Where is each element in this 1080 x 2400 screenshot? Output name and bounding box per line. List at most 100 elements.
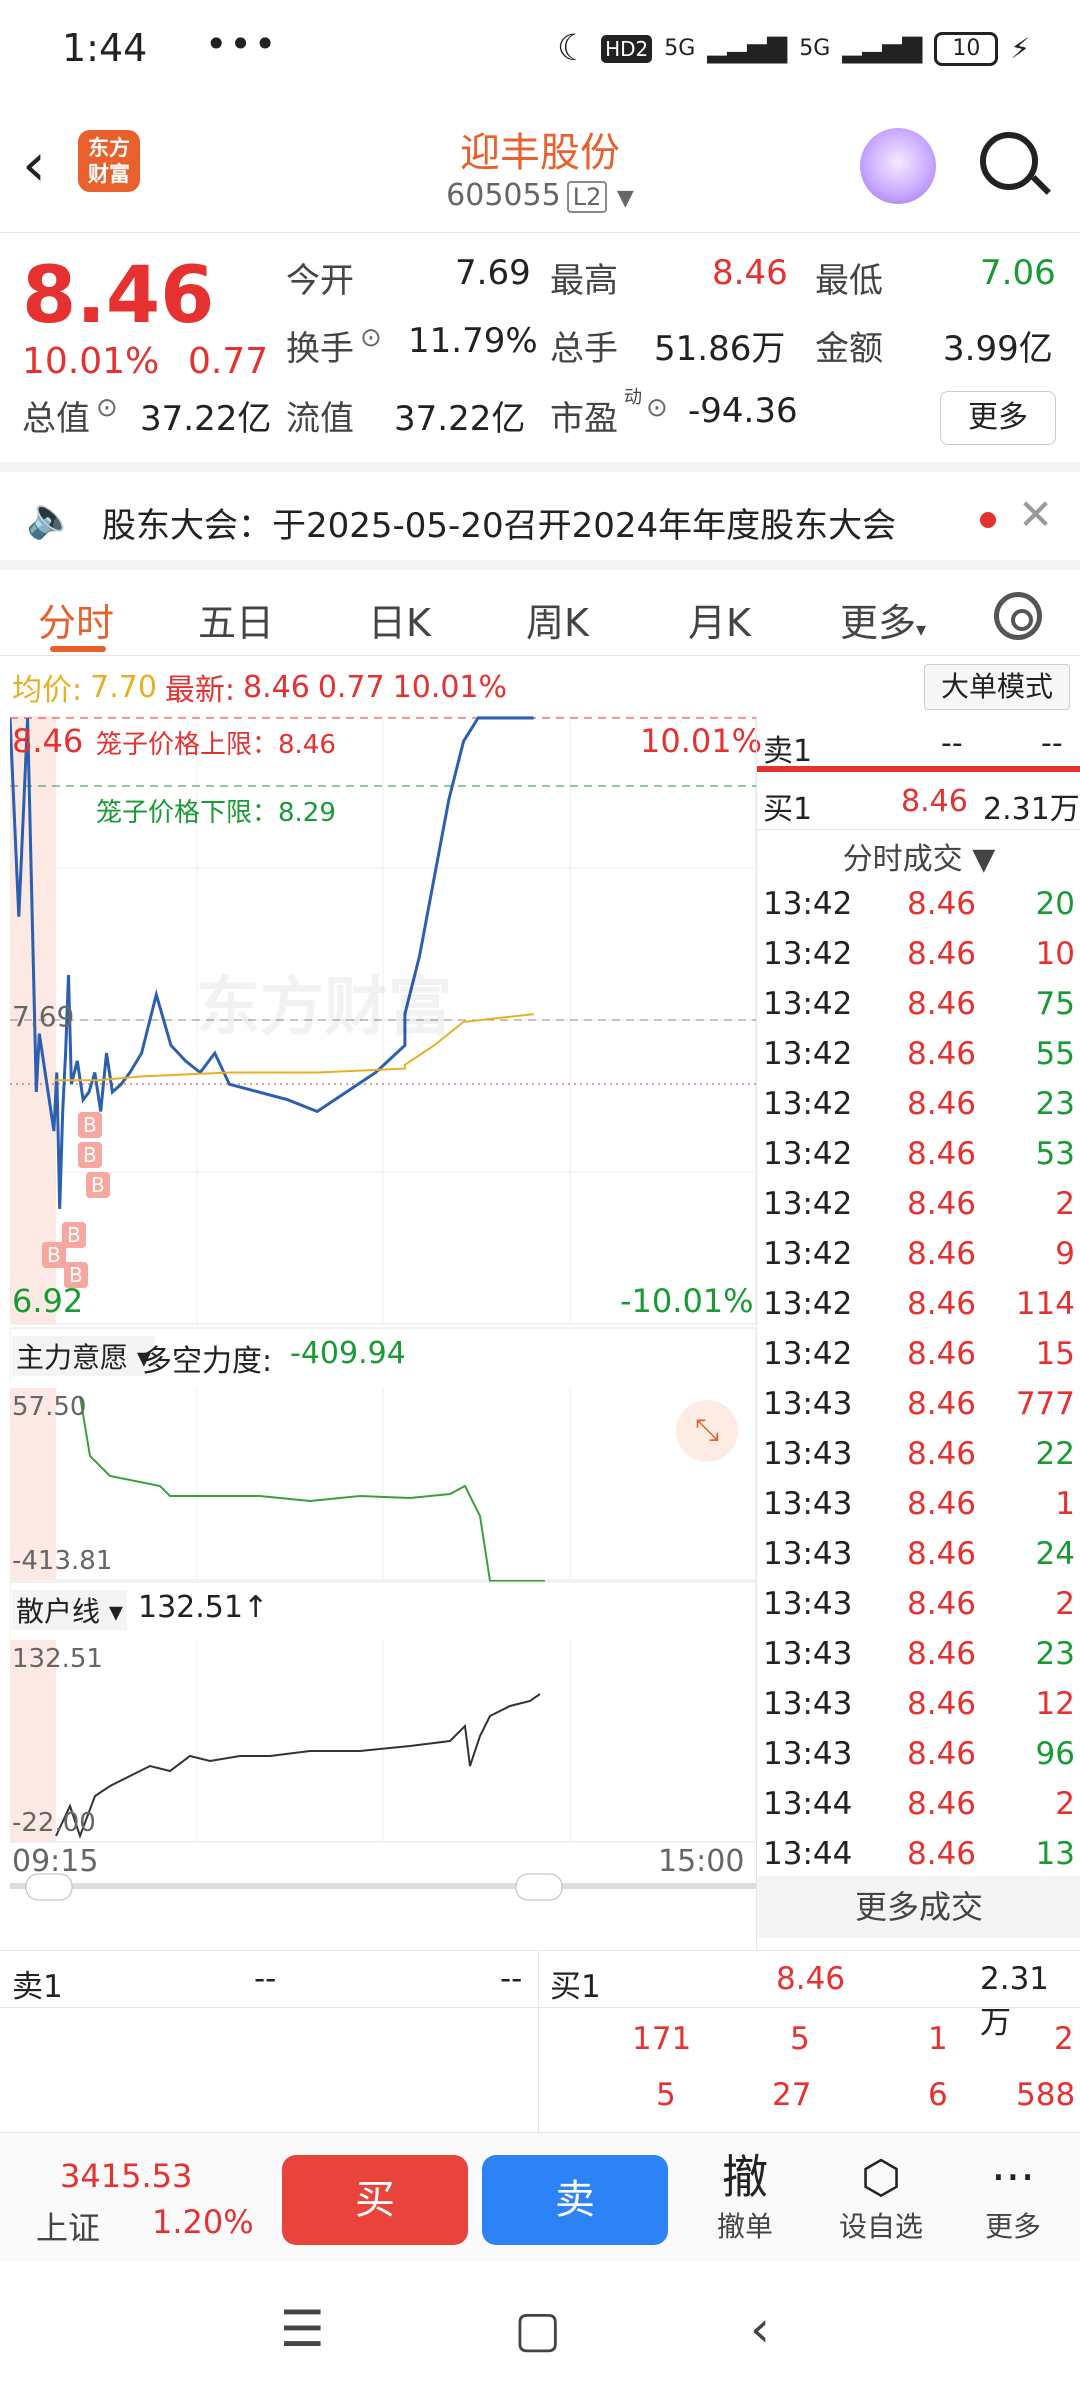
mcap-value: 37.22亿 [140, 399, 272, 439]
tick-volume: 53 [1035, 1136, 1075, 1172]
high-label: 最高 [550, 261, 618, 301]
tab-more[interactable]: 更多▾ [840, 592, 926, 647]
add-watchlist-button[interactable]: ⬡ 设自选 [826, 2149, 936, 2245]
expand-icon[interactable]: ⤡ [676, 1400, 738, 1462]
notice-bar[interactable]: 🔈 股东大会：于2025-05-20召开2024年年度股东大会 ✕ [0, 462, 1080, 560]
indicator2-max: 132.51 [12, 1644, 103, 1674]
home-square-icon[interactable]: ▢ [514, 2300, 561, 2358]
close-icon[interactable]: ✕ [1018, 490, 1053, 539]
tick-volume: 9 [1055, 1236, 1075, 1272]
low-value: 7.06 [980, 253, 1056, 293]
more-trades-button[interactable]: 更多成交 [757, 1876, 1080, 1938]
more-menu-button[interactable]: ··· 更多 [958, 2149, 1068, 2245]
back-icon[interactable]: ‹ [750, 2300, 770, 2358]
search-icon[interactable] [980, 132, 1038, 190]
gear-icon[interactable] [994, 592, 1042, 640]
tick-time: 13:43 [763, 1586, 853, 1622]
buy-marker-label: B [91, 1173, 105, 1197]
tick-time: 13:43 [763, 1536, 853, 1572]
status-bar: 1:44 ••• ☾ HD2 5G ▂▃▅▇ 5G ▂▃▅▇ 10 ⚡ [0, 0, 1080, 100]
pe-value: -94.36 [688, 391, 798, 431]
assistant-robot-icon[interactable] [860, 128, 936, 204]
more-quote-button[interactable]: 更多 [940, 391, 1056, 445]
cancel-order-button[interactable]: 撤 撤单 [690, 2149, 800, 2245]
charging-icon: ⚡ [1010, 32, 1030, 65]
change-percent: 10.01% [22, 341, 160, 382]
tick-row: 13:42 8.46 10 [757, 932, 1080, 982]
tab-weekly-k[interactable]: 周K [526, 592, 589, 647]
tick-time: 13:42 [763, 1136, 853, 1172]
open-value: 7.69 [455, 253, 531, 293]
queue-cell: 1 [928, 2021, 948, 2057]
tab-monthly-k[interactable]: 月K [688, 592, 751, 647]
time-end-label: 15:00 [658, 1844, 745, 1879]
bottom-buy1-price: 8.46 [776, 1961, 846, 1997]
avg-label: 均价: [12, 673, 83, 708]
watermark: 东方财富 [196, 971, 452, 1045]
index-value: 3415.53 [60, 2157, 193, 2195]
range-handle-right[interactable] [515, 1873, 563, 1901]
change-amount: 0.77 [188, 341, 269, 382]
indicator2-selector[interactable]: 散户线 ▾ [12, 1590, 127, 1630]
stock-header: ‹ 东方 财富 迎丰股份 605055 L2 ▼ [0, 110, 1080, 230]
tick-price: 8.46 [907, 1686, 977, 1722]
tick-volume: 2 [1055, 1586, 1075, 1622]
tab-intraday[interactable]: 分时 [38, 592, 114, 647]
indicator1-value: -409.94 [290, 1336, 406, 1371]
amount-label: 金额 [815, 329, 883, 369]
menu-icon[interactable]: ☰ [280, 2300, 325, 2358]
speaker-icon: 🔈 [26, 495, 76, 541]
info-icon[interactable]: ⊙ [646, 393, 668, 423]
tab-five-day[interactable]: 五日 [198, 592, 274, 647]
tick-row: 13:42 8.46 55 [757, 1032, 1080, 1082]
float-label: 流值 [286, 399, 354, 439]
info-icon[interactable]: ⊙ [360, 323, 382, 353]
tick-row: 13:43 8.46 2 [757, 1582, 1080, 1632]
tick-price: 8.46 [907, 1636, 977, 1672]
status-dots-icon: ••• [205, 22, 279, 66]
queue-cell: 588 [1016, 2077, 1076, 2113]
volume-label: 总手 [550, 329, 618, 369]
bottom-sell1-price: -- [254, 1961, 277, 1997]
tick-price: 8.46 [907, 1086, 977, 1122]
indicator1-selector[interactable]: 主力意愿 ▾ [12, 1336, 155, 1376]
sell1-row: 卖1 -- -- [757, 716, 1080, 772]
queue-cell: 5 [656, 2077, 676, 2113]
tick-header[interactable]: 分时成交 ▼ [757, 834, 1080, 878]
signal-icon: ▂▃▅▇ [707, 33, 788, 64]
tick-price: 8.46 [907, 1536, 977, 1572]
turnover-value: 11.79% [408, 321, 538, 361]
sell-button[interactable]: 卖 [482, 2155, 668, 2245]
amount-value: 3.99亿 [943, 329, 1053, 369]
hd-badge: HD2 [601, 34, 653, 63]
tick-row: 13:42 8.46 23 [757, 1082, 1080, 1132]
divider [0, 2007, 1080, 2008]
info-icon[interactable]: ⊙ [96, 393, 118, 423]
buy-button[interactable]: 买 [282, 2155, 468, 2245]
intraday-chart[interactable]: BBBBBB 东方财富 8.46 10.01% 笼子价格上限：8.46 笼子价格… [10, 716, 762, 1928]
hexagon-settings-icon: ⬡ [860, 2150, 902, 2204]
network-5g-label-2: 5G [799, 36, 831, 61]
last-pct: 10.01% [392, 669, 507, 705]
tick-volume: 23 [1035, 1636, 1075, 1672]
bottom-toolbar: 3415.53 上证 1.20% 买 卖 撤 撤单 ⬡ 设自选 ··· 更多 [0, 2132, 1080, 2262]
big-order-mode-button[interactable]: 大单模式 [924, 664, 1070, 710]
intraday-info-row: 均价: 7.70 最新: 8.46 0.77 10.01% [0, 660, 760, 714]
bottom-buy1-label: 买1 [550, 1969, 601, 2005]
tick-row: 13:42 8.46 75 [757, 982, 1080, 1032]
buy-marker-label: B [83, 1143, 97, 1167]
chart-tabs: 分时 五日 日K 周K 月K 更多▾ [0, 560, 1080, 656]
indicator1-max: 57.50 [12, 1392, 87, 1422]
tab-daily-k[interactable]: 日K [368, 592, 431, 647]
notice-text[interactable]: 股东大会：于2025-05-20召开2024年年度股东大会 [102, 498, 896, 547]
avg-value: 7.70 [90, 669, 157, 705]
top-pct-label: 10.01% [640, 722, 763, 760]
tick-time: 13:43 [763, 1486, 853, 1522]
buy1-row: 买1 8.46 2.31万 [757, 774, 1080, 830]
volume-value: 51.86万 [654, 329, 786, 369]
indicator1-name: 主力意愿 [16, 1341, 129, 1374]
tick-volume: 1 [1055, 1486, 1075, 1522]
tick-time: 13:44 [763, 1836, 853, 1872]
tick-price: 8.46 [907, 1336, 977, 1372]
tick-time: 13:42 [763, 1086, 853, 1122]
